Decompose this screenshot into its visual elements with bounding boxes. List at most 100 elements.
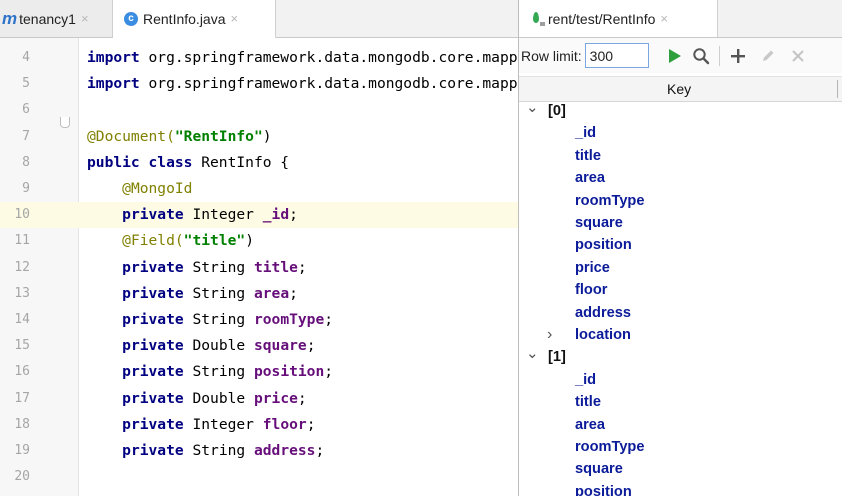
code-text: import org.springframework.data.mongodb.… [87,71,518,97]
tree-node-label: position [575,483,632,496]
code-token: ; [324,311,334,328]
row-limit-input[interactable] [584,43,649,68]
tree-field-node[interactable]: address [575,302,631,324]
tab-rentinfo-java[interactable]: c RentInfo.java × [113,0,276,39]
tree-field-node[interactable]: title [575,145,601,167]
code-line[interactable]: 18 private Integer floor; [0,412,518,438]
tab-label: tenancy1 [19,10,76,27]
tree-field-node[interactable]: _id [575,122,596,144]
code-token: private [122,311,184,328]
chevron-down-icon[interactable]: ⌄ [526,343,539,365]
code-token: ; [306,415,316,433]
code-text: private Integer _id; [87,202,298,228]
close-icon[interactable]: × [81,11,89,26]
close-icon[interactable]: × [231,11,239,26]
code-token: position [253,363,325,381]
tree-document-node[interactable]: ⌄ [0] [526,99,566,122]
code-token: private [122,415,184,433]
tree-node-label: price [575,259,610,276]
code-line[interactable]: 16 private String position; [0,359,518,385]
close-icon[interactable]: × [660,11,668,26]
key-column-header[interactable]: Key [667,81,691,97]
tree-field-node[interactable]: square [575,458,623,480]
code-token: square [253,337,307,355]
code-line[interactable]: 5 import org.springframework.data.mongodb… [0,71,518,97]
tree-field-node[interactable]: price [575,257,610,279]
code-editor[interactable]: m tenancy1 × c RentInfo.java × 4 import o… [0,0,518,496]
code-token: Double [183,337,254,355]
code-token: org.springframework.data.mongodb.core.ma… [148,75,519,93]
code-line[interactable]: 14 private String roomType; [0,307,518,333]
code-line[interactable]: 8 public class RentInfo { [0,150,518,176]
code-token: ; [297,258,307,276]
line-number: 7 [22,128,30,144]
code-token: public class [87,153,193,171]
code-line[interactable]: 13 private String area; [0,281,518,307]
tree-document-node[interactable]: ⌄ [1] [526,345,566,368]
delete-icon[interactable] [786,44,810,68]
code-line[interactable]: 11 @Field("title") [0,228,518,254]
code-line[interactable]: 12 private String title; [0,255,518,281]
tab-rent-test-rentinfo[interactable]: rent/test/RentInfo × [519,0,718,37]
row-limit-label: Row limit: [521,47,582,64]
code-line[interactable]: 10 private Integer _id; [0,202,518,229]
code-text: private Integer floor; [87,412,315,438]
tree-field-node[interactable]: floor [575,279,607,301]
code-token: import [87,75,140,93]
code-line[interactable]: 20 [0,464,518,490]
tree-field-node[interactable]: position [575,234,632,256]
tree-field-node[interactable]: title [575,391,601,413]
leaf-base [540,21,545,26]
tree-field-node[interactable]: area [575,167,605,189]
code-token: roomType [253,311,325,328]
tree-node-label: [0] [548,103,566,119]
code-line[interactable]: 19 private String address; [0,438,518,464]
chevron-down-icon[interactable]: ⌄ [526,97,539,119]
code-text: public class RentInfo { [87,150,289,176]
column-divider[interactable] [837,80,838,98]
code-token: private [122,337,184,355]
tree-field-node[interactable]: _id [575,369,596,391]
tree-field-node[interactable]: square [575,212,623,234]
add-icon[interactable] [726,44,750,68]
code-token: private [122,206,184,224]
tree-field-node[interactable]: position [575,481,632,496]
edit-icon[interactable] [756,44,780,68]
tree-field-node[interactable]: area [575,414,605,436]
tree-node-label: area [575,170,606,187]
toolbar-separator [718,45,720,66]
code-token: private [122,363,184,381]
tree-node-label: location [575,327,631,343]
search-icon[interactable] [689,44,713,68]
code-token: "title" [183,232,246,250]
tree-field-node[interactable]: roomType [575,190,644,212]
tree-node-label: title [575,394,601,411]
tree-field-node[interactable]: roomType [575,436,644,458]
code-text: @Document("RentInfo") [87,124,272,150]
results-column-header[interactable]: Key [519,76,842,102]
code-text: private String address; [87,438,324,464]
tab-tenancy1[interactable]: m tenancy1 × [0,0,113,37]
code-line[interactable]: 7 @Document("RentInfo") [0,124,518,150]
code-token: price [253,389,298,407]
class-icon: c [124,11,138,26]
code-text: private Double price; [87,386,307,412]
code-line[interactable]: 17 private Double price; [0,386,518,412]
chevron-right-icon[interactable]: › [547,324,552,346]
line-number: 4 [22,50,30,65]
tree-field-node[interactable]: › location [547,324,631,346]
run-icon[interactable] [663,44,687,68]
tab-label: rent/test/RentInfo [548,10,656,27]
code-line[interactable]: 6 [0,97,518,123]
tree-node-label: roomType [575,439,645,455]
code-token: ; [289,206,298,224]
code-line[interactable]: 9 @MongoId [0,176,518,202]
code-line[interactable]: 4 import org.springframework.data.mongodb… [0,45,518,71]
code-line[interactable]: 15 private Double square; [0,333,518,359]
line-number: 9 [22,181,30,196]
line-number: 19 [14,443,30,458]
